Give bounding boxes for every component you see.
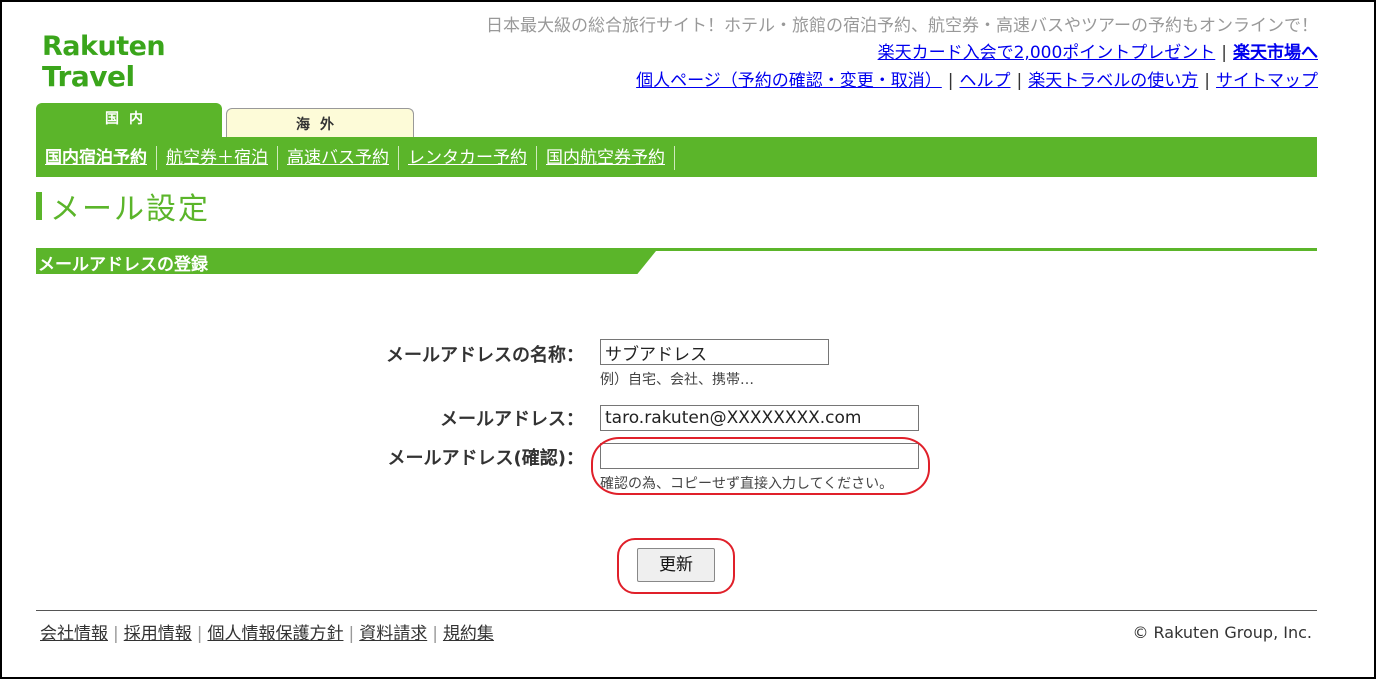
sub-navigation: 国内宿泊予約 航空券＋宿泊 高速バス予約 レンタカー予約 国内航空券予約 [36,139,1317,177]
footer-link-company[interactable]: 会社情報 [40,624,108,644]
copyright: © Rakuten Group, Inc. [1132,623,1312,642]
site-tagline: 日本最大級の総合旅行サイト！ホテル・旅館の宿泊予約、航空券・高速バスやツアーの予… [486,16,1318,36]
footer-link-terms[interactable]: 規約集 [443,624,494,644]
highlight-callout-update [617,538,735,594]
email-confirm-label: メールアドレス(確認)： [387,448,584,469]
subnav-domestic-flight[interactable]: 国内航空券予約 [537,146,675,170]
section-header: メールアドレスの登録 [36,251,656,274]
help-link[interactable]: ヘルプ [960,71,1011,91]
logo-line2: Travel [42,60,135,93]
address-name-input[interactable] [600,339,829,365]
section-top-line [36,248,1317,251]
card-promo-link[interactable]: 楽天カード入会で2,000ポイントプレゼント [878,43,1216,63]
separator: | [113,624,119,644]
footer-links: 会社情報 | 採用情報 | 個人情報保護方針 | 資料請求 | 規約集 [40,619,494,644]
tab-overseas[interactable]: 海外 [226,108,414,139]
subnav-domestic-hotel[interactable]: 国内宿泊予約 [36,146,157,170]
sitemap-link[interactable]: サイトマップ [1216,71,1318,91]
separator: | [1221,43,1227,63]
rakuten-travel-logo[interactable]: Rakuten Travel [42,31,166,93]
email-label: メールアドレス： [440,409,584,430]
logo-line1: Rakuten [42,31,166,62]
footer-link-materials[interactable]: 資料請求 [359,624,427,644]
subnav-air-hotel[interactable]: 航空券＋宿泊 [157,146,278,170]
howto-link[interactable]: 楽天トラベルの使い方 [1028,71,1198,91]
separator: | [348,624,355,644]
footer-link-careers[interactable]: 採用情報 [124,624,192,644]
footer-link-privacy[interactable]: 個人情報保護方針 [207,624,343,644]
address-name-hint: 例）自宅、会社、携帯… [600,372,754,388]
tab-domestic[interactable]: 国内 [36,103,222,139]
address-name-label: メールアドレスの名称： [386,345,584,366]
separator: | [196,624,203,644]
separator: | [1204,71,1210,91]
email-input[interactable] [600,405,919,431]
subnav-highway-bus[interactable]: 高速バス予約 [278,146,399,170]
separator: | [1016,71,1023,91]
title-accent-bar [36,192,42,220]
header-links-row2: 個人ページ（予約の確認・変更・取消） | ヘルプ | 楽天トラベルの使い方 | サイトマップ [636,66,1318,91]
mypage-link[interactable]: 個人ページ（予約の確認・変更・取消） [636,71,942,91]
separator: | [947,71,954,91]
header-links-row1: 楽天カード入会で2,000ポイントプレゼント | 楽天市場へ [878,38,1318,63]
subnav-rental-car[interactable]: レンタカー予約 [399,146,537,170]
page-title-text: メール設定 [50,192,210,227]
footer-divider [36,610,1317,611]
separator: | [432,624,438,644]
ichiba-link[interactable]: 楽天市場へ [1233,43,1318,63]
highlight-callout-confirm [591,437,930,495]
page-title: メール設定 [36,190,210,227]
